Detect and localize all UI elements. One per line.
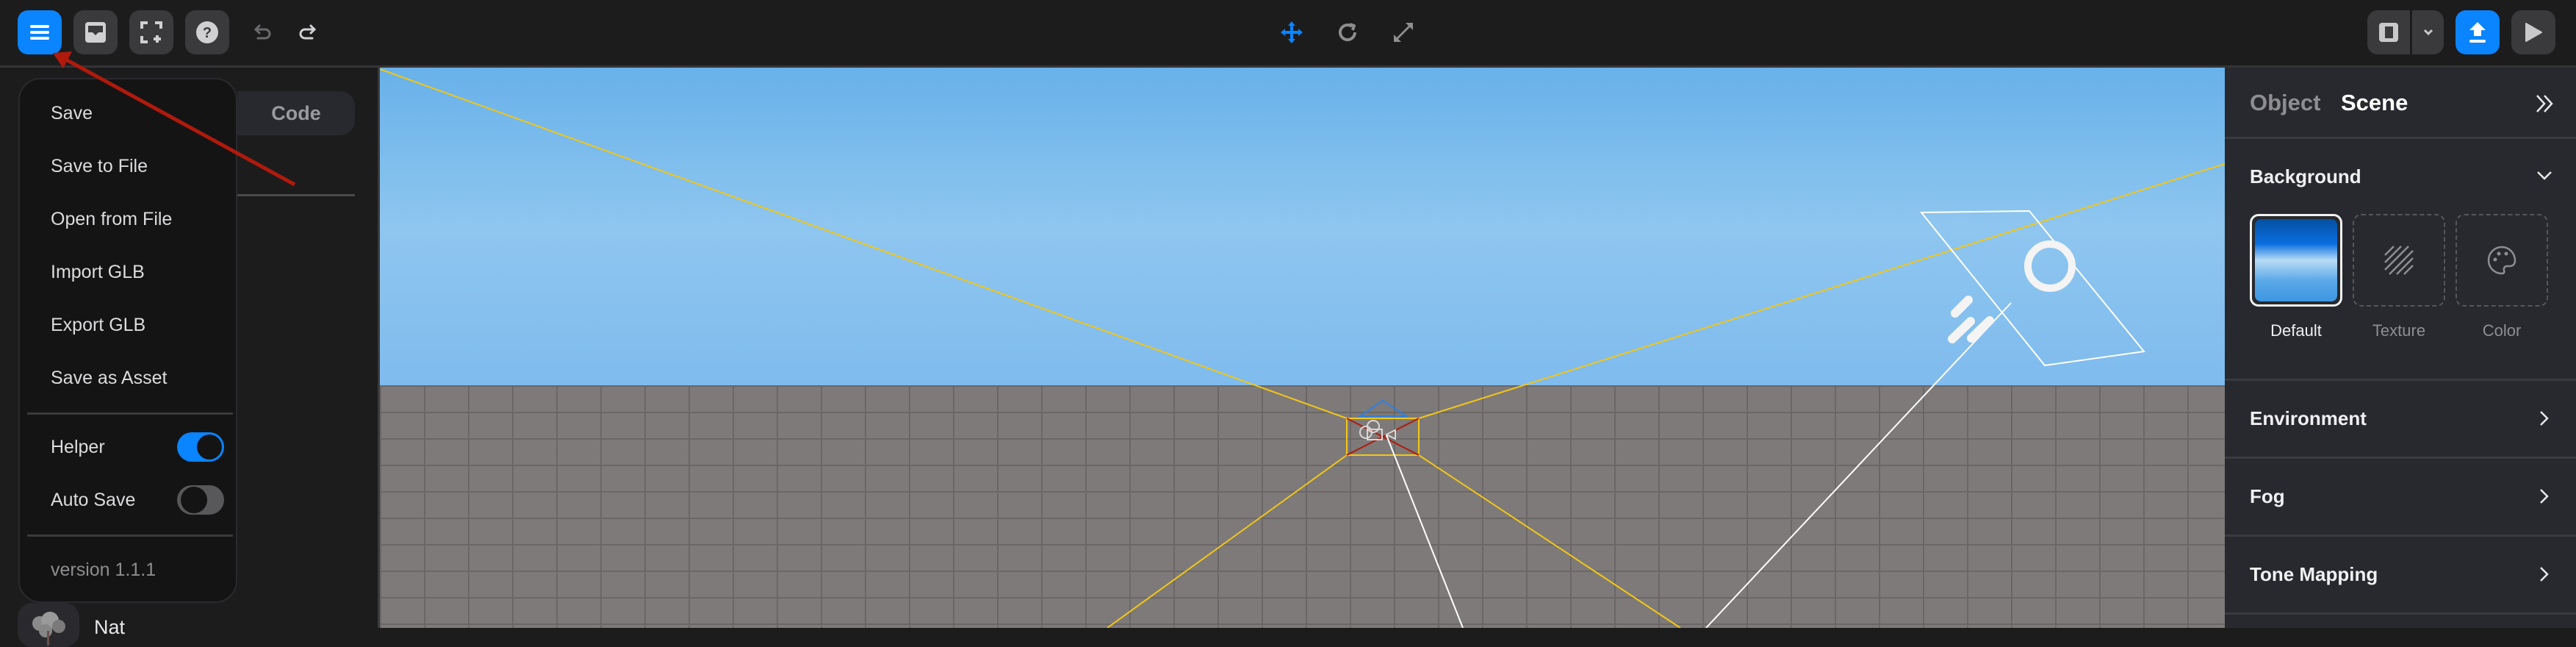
- expand-diagonal-icon: [1394, 23, 1413, 42]
- tab-underline: [237, 194, 355, 196]
- scene-helpers: [380, 68, 2225, 628]
- tab-code[interactable]: Code: [237, 91, 355, 135]
- light-direction-line: [1705, 302, 2012, 628]
- background-option-default[interactable]: [2250, 214, 2342, 307]
- properties-panel: Object Scene Background Default Texture …: [2225, 68, 2576, 628]
- 3d-viewport[interactable]: [378, 68, 2225, 628]
- rotate-tool-button[interactable]: [1333, 18, 1362, 47]
- camera-icon: [1359, 420, 1396, 440]
- svg-text:?: ?: [203, 25, 212, 41]
- palette-icon: [2487, 246, 2516, 275]
- menu-divider: [27, 535, 233, 537]
- background-title: Background: [2250, 165, 2361, 187]
- double-chevron-right-icon: [2536, 95, 2553, 112]
- inbox-icon: [85, 22, 106, 43]
- move-arrows-icon: [1281, 21, 1303, 43]
- undo-icon: [253, 24, 271, 40]
- focus-frame-icon: [140, 21, 162, 43]
- tone-mapping-expand-button[interactable]: [2533, 563, 2555, 585]
- tab-scene[interactable]: Scene: [2341, 90, 2408, 116]
- chevron-right-icon: [2540, 489, 2549, 504]
- sky-gradient-preview: [2255, 219, 2337, 301]
- menu-item-export-glb[interactable]: Export GLB: [51, 314, 145, 336]
- option-label-color: Color: [2482, 321, 2522, 340]
- help-button[interactable]: ?: [185, 10, 229, 54]
- scale-tool-button[interactable]: [1389, 18, 1418, 47]
- background-option-texture[interactable]: [2353, 214, 2445, 307]
- fog-title: Fog: [2250, 485, 2285, 507]
- option-label-texture: Texture: [2372, 321, 2426, 340]
- light-target-line: [1386, 435, 1464, 628]
- chevron-right-icon: [2540, 411, 2549, 426]
- chevron-right-icon: [2540, 567, 2549, 582]
- fog-expand-button[interactable]: [2533, 485, 2555, 507]
- publish-button[interactable]: [2456, 10, 2500, 54]
- assets-button[interactable]: [73, 10, 118, 54]
- collapse-panel-button[interactable]: [2533, 93, 2555, 115]
- question-circle-icon: ?: [196, 21, 218, 43]
- move-tool-button[interactable]: [1277, 18, 1306, 47]
- panel-divider: [2225, 612, 2576, 615]
- layout-dropdown-button[interactable]: [2412, 10, 2444, 54]
- background-collapse-button[interactable]: [2533, 165, 2555, 187]
- hatch-icon: [2384, 246, 2414, 275]
- chevron-down-icon: [2423, 29, 2433, 36]
- upload-icon: [2469, 22, 2486, 43]
- option-label-default: Default: [2270, 321, 2322, 340]
- menu-item-open-from-file[interactable]: Open from File: [51, 208, 172, 230]
- menu-button[interactable]: [18, 10, 62, 54]
- redo-button[interactable]: [292, 18, 322, 47]
- toggle-knob: [197, 435, 222, 460]
- fullscreen-button[interactable]: [129, 10, 173, 54]
- tone-mapping-title: Tone Mapping: [2250, 563, 2378, 585]
- top-toolbar: ?: [0, 0, 2576, 68]
- menu-item-import-glb[interactable]: Import GLB: [51, 261, 145, 283]
- main-menu: Save Save to File Open from File Import …: [18, 78, 237, 603]
- helper-label: Helper: [51, 437, 105, 457]
- auto-save-toggle[interactable]: [177, 485, 224, 515]
- camera-frustum: [380, 68, 2225, 628]
- play-icon: [2525, 23, 2542, 42]
- helper-toggle[interactable]: [177, 432, 224, 462]
- camera-up-indicator: [1357, 399, 1409, 417]
- asset-thumbnail[interactable]: [18, 603, 79, 647]
- auto-save-label: Auto Save: [51, 490, 136, 510]
- chevron-down-icon: [2537, 171, 2552, 180]
- menu-divider: [27, 412, 233, 415]
- menu-item-save[interactable]: Save: [51, 102, 93, 124]
- tree-icon: [32, 612, 65, 646]
- undo-button[interactable]: [248, 18, 278, 47]
- redo-icon: [299, 24, 317, 40]
- play-button[interactable]: [2511, 10, 2555, 54]
- hamburger-icon: [30, 25, 49, 40]
- environment-title: Environment: [2250, 407, 2367, 429]
- toggle-knob: [179, 485, 209, 515]
- layout-button[interactable]: [2367, 10, 2410, 54]
- tab-object[interactable]: Object: [2250, 90, 2320, 116]
- background-option-color[interactable]: [2456, 214, 2548, 307]
- panel-layout-icon: [2379, 23, 2398, 42]
- environment-expand-button[interactable]: [2533, 407, 2555, 429]
- menu-item-save-as-asset[interactable]: Save as Asset: [51, 367, 167, 389]
- menu-item-save-to-file[interactable]: Save to File: [51, 155, 148, 177]
- layout-split-button: [2367, 10, 2444, 54]
- version-label: version 1.1.1: [51, 560, 156, 580]
- rotate-icon: [1339, 23, 1356, 41]
